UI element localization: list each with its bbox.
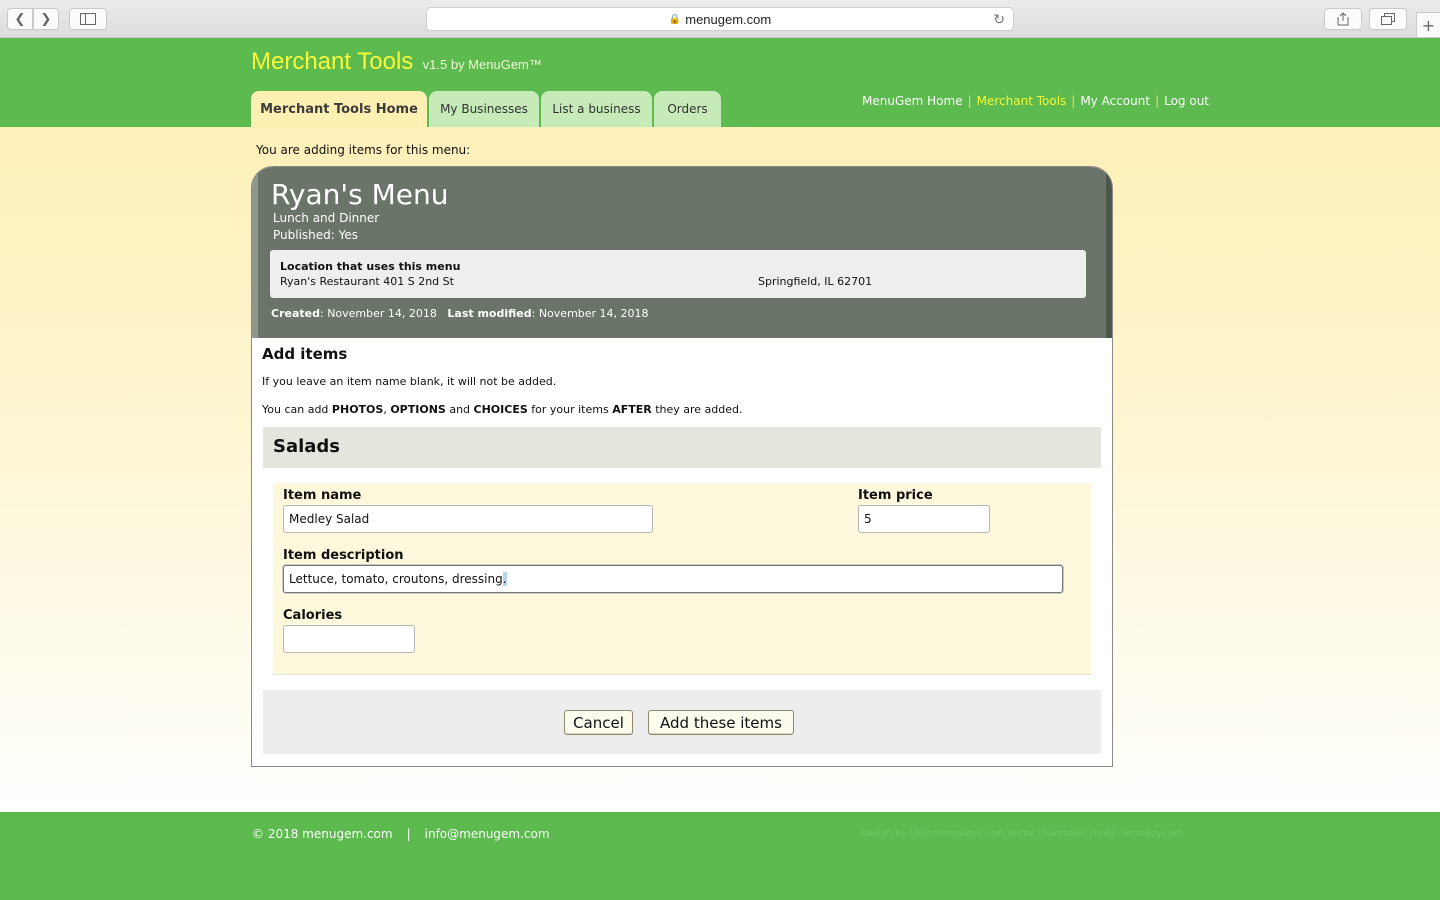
modified-label: Last modified — [447, 307, 532, 320]
created-label: Created — [271, 307, 320, 320]
browser-toolbar: ❮ ❯ 🔒 menugem.com ↻ + — [0, 0, 1440, 38]
nav-log-out[interactable]: Log out — [1164, 94, 1209, 108]
item-name-input[interactable]: Medley Salad — [283, 505, 653, 533]
menu-header: Ryan's Menu Lunch and Dinner Published: … — [252, 167, 1112, 338]
tab-label: My Businesses — [440, 102, 528, 116]
cancel-button[interactable]: Cancel — [564, 710, 633, 735]
footer-separator: | — [406, 827, 411, 841]
add-items-button[interactable]: Add these items — [648, 710, 794, 735]
menu-card: Ryan's Menu Lunch and Dinner Published: … — [251, 166, 1113, 767]
tab-label: Merchant Tools Home — [260, 101, 418, 117]
site-header: Merchant Tools v1.5 by MenuGem™ Merchant… — [0, 38, 1440, 127]
location-address: Ryan's Restaurant 401 S 2nd St — [280, 275, 454, 288]
menu-dates: Created: November 14, 2018 Last modified… — [271, 307, 649, 320]
url-text: menugem.com — [685, 11, 772, 27]
footer-info: © 2018 menugem.com | info@menugem.com — [252, 827, 550, 841]
tab-label: Orders — [667, 102, 708, 116]
share-icon[interactable] — [1324, 8, 1362, 30]
main-content: You are adding items for this menu: Ryan… — [0, 127, 1440, 812]
tab-list-a-business[interactable]: List a business — [541, 91, 652, 127]
top-nav: MenuGem Home | Merchant Tools | My Account | L… — [862, 94, 1209, 108]
lock-icon: 🔒 — [668, 13, 682, 25]
tab-my-businesses[interactable]: My Businesses — [429, 91, 539, 127]
nav-separator: | — [967, 94, 972, 108]
copyright: © 2018 menugem.com — [252, 827, 393, 841]
item-description-label: Item description — [283, 548, 404, 563]
published-label: Published — [273, 228, 331, 242]
item-price-input[interactable]: 5 — [858, 505, 990, 533]
calories-input[interactable] — [283, 625, 415, 653]
menu-subtitle: Lunch and Dinner — [273, 211, 380, 225]
nav-separator: | — [1155, 94, 1160, 108]
location-box: Location that uses this menu Ryan's Rest… — [270, 250, 1086, 298]
section-header: Salads — [263, 427, 1101, 468]
section-name: Salads — [273, 436, 341, 457]
nav-separator: | — [1071, 94, 1076, 108]
location-city: Springfield, IL 62701 — [758, 275, 873, 288]
reload-icon[interactable]: ↻ — [993, 11, 1005, 28]
location-title: Location that uses this menu — [280, 260, 461, 273]
brand: Merchant Tools v1.5 by MenuGem™ — [251, 48, 542, 76]
created-value: November 14, 2018 — [327, 307, 437, 320]
nav-menugem-home[interactable]: MenuGem Home — [862, 94, 963, 108]
forward-icon[interactable]: ❯ — [33, 8, 59, 30]
new-tab-icon[interactable]: + — [1416, 12, 1440, 38]
intro-text: You are adding items for this menu: — [256, 143, 471, 157]
photos-options-note: You can add PHOTOS, OPTIONS and CHOICES … — [262, 403, 743, 416]
brand-name[interactable]: Merchant Tools — [251, 48, 413, 75]
footer-credit[interactable]: Design by Chocotemplates.com Vector illu… — [861, 829, 1182, 839]
nav-merchant-tools[interactable]: Merchant Tools — [977, 94, 1067, 108]
nav-my-account[interactable]: My Account — [1080, 94, 1150, 108]
menu-published: Published: Yes — [273, 228, 359, 242]
tabs-icon[interactable] — [1369, 8, 1407, 30]
address-bar[interactable]: 🔒 menugem.com ↻ — [426, 7, 1014, 31]
blank-name-note: If you leave an item name blank, it will… — [262, 375, 557, 388]
tab-orders[interactable]: Orders — [654, 91, 721, 127]
item-price-label: Item price — [858, 488, 933, 503]
item-name-label: Item name — [283, 488, 362, 503]
item-description-input[interactable]: Lettuce, tomato, croutons, dressing. — [283, 565, 1063, 593]
form-actions: Cancel Add these items — [263, 690, 1101, 754]
footer-email[interactable]: info@menugem.com — [425, 827, 550, 841]
modified-value: November 14, 2018 — [538, 307, 649, 320]
tab-merchant-tools-home[interactable]: Merchant Tools Home — [251, 91, 427, 127]
sidebar-icon[interactable] — [69, 8, 107, 30]
calories-label: Calories — [283, 608, 343, 623]
tab-label: List a business — [552, 102, 641, 116]
menu-title: Ryan's Menu — [271, 178, 449, 211]
published-value: Yes — [338, 228, 359, 242]
back-icon[interactable]: ❮ — [7, 8, 33, 30]
site-footer: © 2018 menugem.com | info@menugem.com Desi… — [0, 812, 1440, 900]
brand-version: v1.5 by MenuGem™ — [422, 57, 542, 72]
item-form: Item name Medley Salad Item price 5 Item… — [273, 483, 1091, 675]
add-items-title: Add items — [262, 345, 348, 363]
